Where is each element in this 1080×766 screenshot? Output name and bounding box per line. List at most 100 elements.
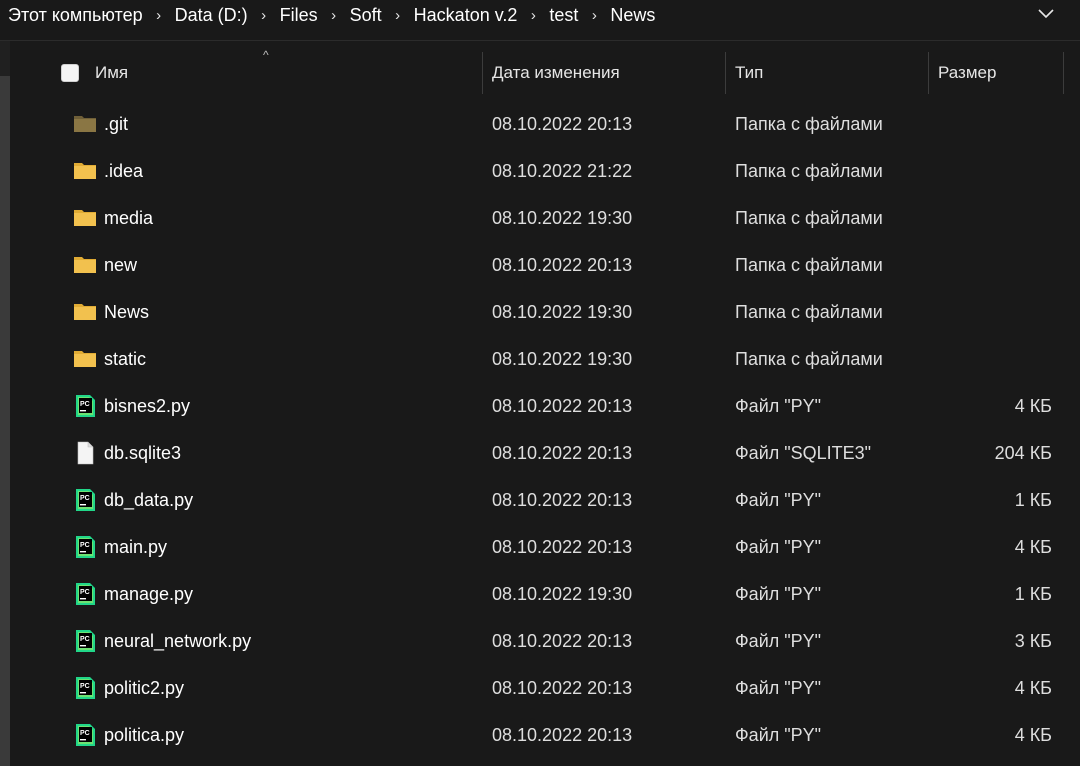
file-type: Файл "SQLITE3" xyxy=(735,443,872,463)
pycharm-file-icon: PC xyxy=(76,630,95,652)
pycharm-file-icon: PC xyxy=(76,724,95,746)
breadcrumb-item[interactable]: News xyxy=(608,5,657,26)
pycharm-file-icon: PC xyxy=(76,583,95,605)
file-date: 08.10.2022 20:13 xyxy=(492,114,633,134)
file-row[interactable]: static 08.10.2022 19:30 Папка с файлами xyxy=(0,336,1080,383)
file-date: 08.10.2022 20:13 xyxy=(492,255,633,275)
file-size: 1 КБ xyxy=(1014,490,1052,510)
file-date: 08.10.2022 21:22 xyxy=(492,161,633,181)
file-date: 08.10.2022 20:13 xyxy=(492,725,633,745)
breadcrumb-item[interactable]: Data (D:) xyxy=(173,5,250,26)
file-size: 1 КБ xyxy=(1014,584,1052,604)
file-row[interactable]: PC neural_network.py 08.10.2022 20:13 Файл… xyxy=(0,618,1080,665)
file-row[interactable]: PC politica.py 08.10.2022 20:13 Файл "PY" 4… xyxy=(0,712,1080,759)
column-header-name[interactable]: Имя xyxy=(95,52,128,94)
chevron-right-icon[interactable]: › xyxy=(580,7,608,24)
address-bar: Этот компьютер › Data (D:) › Files › Soft › Hack… xyxy=(0,0,1080,41)
file-row[interactable]: media 08.10.2022 19:30 Папка с файлами xyxy=(0,195,1080,242)
file-row[interactable]: db.sqlite3 08.10.2022 20:13 Файл "SQLITE3"… xyxy=(0,430,1080,477)
column-divider[interactable] xyxy=(928,52,929,94)
chevron-right-icon[interactable]: › xyxy=(250,7,278,24)
file-type: Файл "PY" xyxy=(735,678,822,698)
file-type: Файл "PY" xyxy=(735,725,822,745)
column-header-date[interactable]: Дата изменения xyxy=(492,52,620,94)
file-name: bisnes2.py xyxy=(104,396,191,416)
file-name: db.sqlite3 xyxy=(104,443,182,463)
file-size: 4 КБ xyxy=(1014,678,1052,698)
breadcrumb-item[interactable]: Hackaton v.2 xyxy=(412,5,520,26)
column-header-type[interactable]: Тип xyxy=(735,52,763,94)
file-name: manage.py xyxy=(104,584,194,604)
file-date: 08.10.2022 20:13 xyxy=(492,443,633,463)
file-size: 4 КБ xyxy=(1014,396,1052,416)
file-row[interactable]: PC main.py 08.10.2022 20:13 Файл "PY" 4 КБ xyxy=(0,524,1080,571)
svg-text:PC: PC xyxy=(80,495,90,502)
file-date: 08.10.2022 19:30 xyxy=(492,349,633,369)
folder-icon xyxy=(74,304,96,320)
file-type: Файл "PY" xyxy=(735,396,822,416)
folder-icon xyxy=(74,351,96,367)
file-name: new xyxy=(104,255,138,275)
file-date: 08.10.2022 19:30 xyxy=(492,302,633,322)
file-name: News xyxy=(104,302,150,322)
select-all-checkbox[interactable] xyxy=(61,64,79,82)
file-date: 08.10.2022 20:13 xyxy=(492,490,633,510)
file-date: 08.10.2022 20:13 xyxy=(492,537,633,557)
file-size: 4 КБ xyxy=(1014,725,1052,745)
file-row[interactable]: PC bisnes2.py 08.10.2022 20:13 Файл "PY" 4 … xyxy=(0,383,1080,430)
file-date: 08.10.2022 20:13 xyxy=(492,678,633,698)
column-divider[interactable] xyxy=(1063,52,1064,94)
breadcrumb: Этот компьютер › Data (D:) › Files › Soft › Hack… xyxy=(6,0,657,30)
column-header-size[interactable]: Размер xyxy=(938,52,996,94)
chevron-right-icon[interactable]: › xyxy=(145,7,173,24)
file-row[interactable]: PC db_data.py 08.10.2022 20:13 Файл "PY" 1 … xyxy=(0,477,1080,524)
file-row[interactable]: .idea 08.10.2022 21:22 Папка с файлами xyxy=(0,148,1080,195)
file-type: Папка с файлами xyxy=(735,114,883,134)
chevron-right-icon[interactable]: › xyxy=(384,7,412,24)
breadcrumb-item[interactable]: Этот компьютер xyxy=(6,5,145,26)
chevron-down-icon[interactable] xyxy=(1034,2,1058,26)
folder-icon xyxy=(74,210,96,226)
file-name: main.py xyxy=(104,537,168,557)
column-header-row: ^ Имя Дата изменения Тип Размер xyxy=(48,48,1064,94)
file-row[interactable]: new 08.10.2022 20:13 Папка с файлами xyxy=(0,242,1080,289)
file-size: 3 КБ xyxy=(1014,631,1052,651)
folder-icon xyxy=(74,163,96,179)
file-type: Папка с файлами xyxy=(735,302,883,322)
file-name: media xyxy=(104,208,154,228)
file-name: db_data.py xyxy=(104,490,194,510)
svg-text:PC: PC xyxy=(80,589,90,596)
svg-text:PC: PC xyxy=(80,542,90,549)
file-row[interactable]: .git 08.10.2022 20:13 Папка с файлами xyxy=(0,101,1080,148)
column-divider[interactable] xyxy=(725,52,726,94)
file-type: Файл "PY" xyxy=(735,537,822,557)
file-name: .git xyxy=(104,114,129,134)
column-divider[interactable] xyxy=(482,52,483,94)
svg-text:PC: PC xyxy=(80,683,90,690)
pycharm-file-icon: PC xyxy=(76,489,95,511)
file-name: politica.py xyxy=(104,725,185,745)
breadcrumb-item[interactable]: Soft xyxy=(348,5,384,26)
file-row[interactable]: PC manage.py 08.10.2022 19:30 Файл "PY" 1 К… xyxy=(0,571,1080,618)
file-type: Файл "PY" xyxy=(735,631,822,651)
file-type: Папка с файлами xyxy=(735,161,883,181)
chevron-right-icon[interactable]: › xyxy=(519,7,547,24)
file-name: .idea xyxy=(104,161,144,181)
file-row[interactable]: News 08.10.2022 19:30 Папка с файлами xyxy=(0,289,1080,336)
file-date: 08.10.2022 19:30 xyxy=(492,584,633,604)
file-size: 4 КБ xyxy=(1014,537,1052,557)
file-name: neural_network.py xyxy=(104,631,252,651)
folder-dim-icon xyxy=(74,116,96,132)
svg-text:PC: PC xyxy=(80,636,90,643)
breadcrumb-item[interactable]: test xyxy=(547,5,580,26)
sort-ascending-icon: ^ xyxy=(263,48,269,62)
blank-file-icon xyxy=(77,441,94,465)
file-name: politic2.py xyxy=(104,678,185,698)
file-row[interactable]: PC politic2.py 08.10.2022 20:13 Файл "PY" 4… xyxy=(0,665,1080,712)
file-type: Папка с файлами xyxy=(735,255,883,275)
pycharm-file-icon: PC xyxy=(76,536,95,558)
chevron-right-icon[interactable]: › xyxy=(320,7,348,24)
file-date: 08.10.2022 20:13 xyxy=(492,396,633,416)
file-date: 08.10.2022 20:13 xyxy=(492,631,633,651)
breadcrumb-item[interactable]: Files xyxy=(278,5,320,26)
